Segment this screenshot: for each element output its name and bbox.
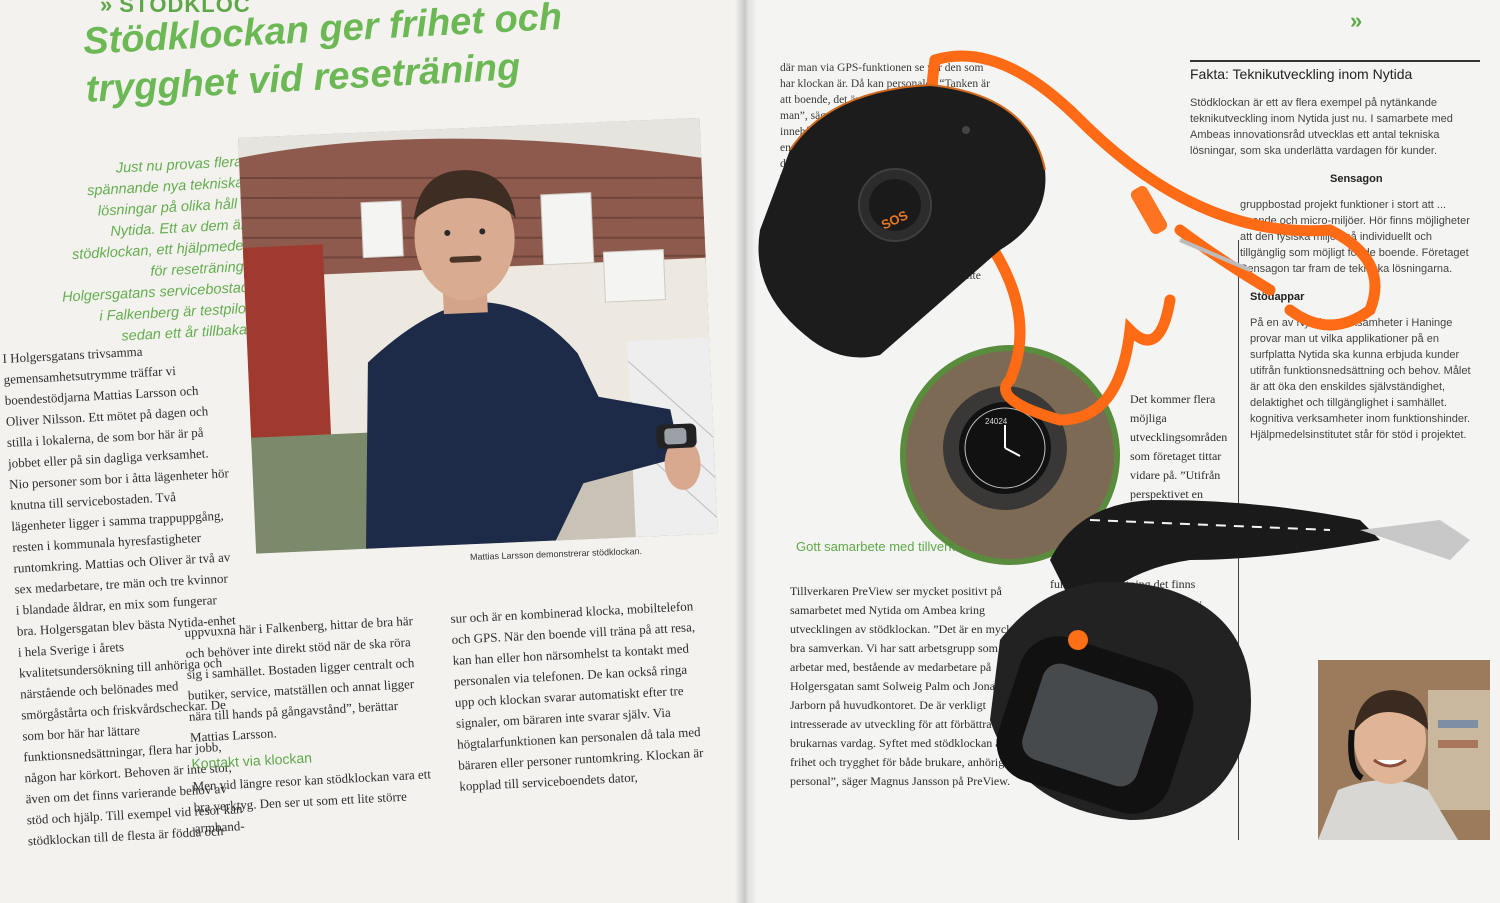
body-text: uppvuxna här i Falkenberg, hittar de bra… [184, 613, 415, 745]
body-column-6: funktionsnedsättning det finns ett, utif… [1050, 575, 1210, 689]
body-text: där man via GPS-funktionen se var den so… [780, 62, 995, 298]
boy-photo-illustration [1318, 660, 1490, 840]
body-text: funktionsnedsättning det finns ett, utif… [1050, 577, 1204, 686]
page-gutter [735, 0, 757, 903]
chevron-icon: » [1350, 8, 1363, 33]
fact-box-text: Stödklockan är ett av flera exempel på n… [1190, 97, 1453, 157]
fact-box-text: gruppbostad projekt funktioner i stort a… [1240, 199, 1470, 275]
boy-photo [1318, 660, 1490, 840]
fact-box-title: Fakta: Teknikutveckling inom Nytida [1190, 60, 1480, 83]
body-text: sur och är en kombinerad klocka, mobilte… [450, 598, 704, 794]
fact-box-text: På en av Nytidas verksamheter i Haninge … [1250, 317, 1471, 441]
article-photo [238, 117, 718, 554]
body-column-5: Tillverkaren PreView ser mycket positivt… [790, 582, 1030, 791]
man-photo-illustration [238, 117, 718, 554]
body-column-2: uppvuxna här i Falkenberg, hittar de bra… [184, 609, 435, 838]
body-text: Tillverkaren PreView ser mycket positivt… [790, 584, 1030, 788]
subheading: Gott samarbete med tillverkaren [796, 539, 981, 554]
body-column-3: sur och är en kombinerad klocka, mobilte… [450, 595, 710, 797]
fact-box-heading: Sensagon [1330, 173, 1383, 185]
article-lead: Just nu provas flera spännande nya tekni… [61, 154, 252, 345]
body-column-4: där man via GPS-funktionen se var den so… [780, 60, 995, 300]
subheading-wrap: Gott samarbete med tillverkaren [796, 538, 996, 555]
chevron-icon: » [100, 0, 114, 17]
fact-box: Fakta: Teknikutveckling inom Nytida Stöd… [1190, 60, 1480, 443]
body-text: Men vid längre resor kan stödklockan var… [192, 766, 432, 836]
fact-box-heading: Stödappar [1250, 291, 1305, 303]
